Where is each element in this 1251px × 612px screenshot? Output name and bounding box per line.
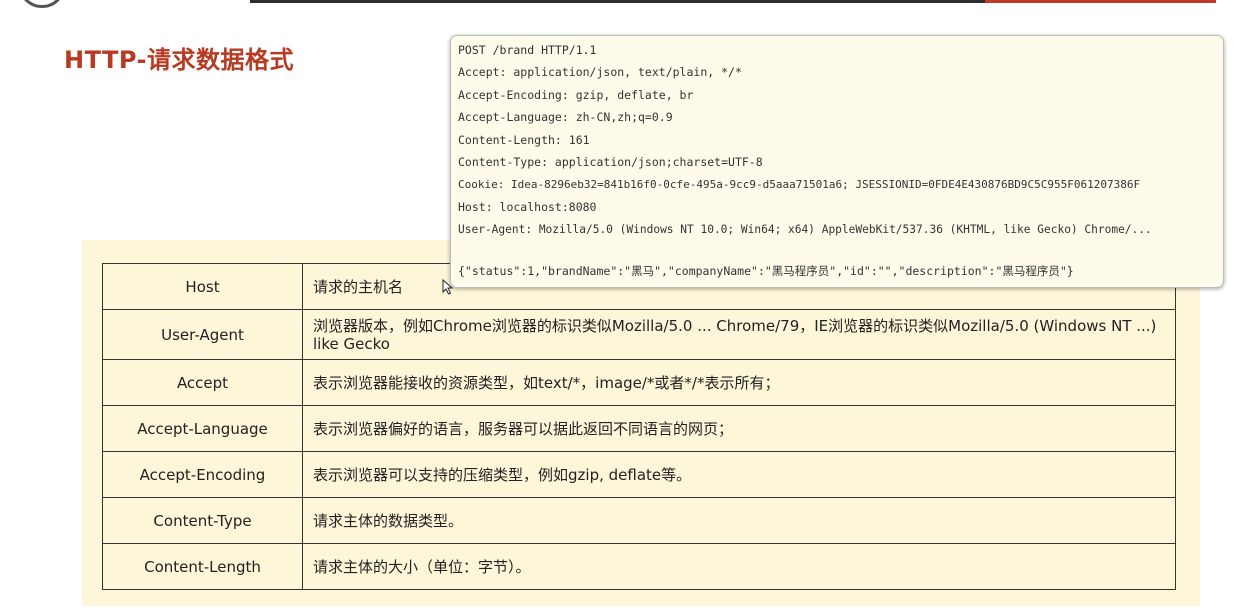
request-body-line: {"status":1,"brandName":"黑马","companyNam…	[458, 264, 1074, 278]
header-name: Host	[102, 263, 303, 310]
table-row: Content-Type 请求主体的数据类型。	[102, 497, 1176, 544]
table-row: User-Agent 浏览器版本，例如Chrome浏览器的标识类似Mozilla…	[102, 309, 1176, 360]
request-header-line: Content-Type: application/json;charset=U…	[458, 155, 763, 169]
header-description: 表示浏览器偏好的语言，服务器可以据此返回不同语言的网页；	[302, 405, 1176, 452]
request-headers-table: Host 请求的主机名 User-Agent 浏览器版本，例如Chrome浏览器…	[102, 263, 1176, 590]
request-header-line: Accept: application/json, text/plain, */…	[458, 65, 742, 79]
request-header-line: Accept-Language: zh-CN,zh;q=0.9	[458, 110, 673, 124]
header-name: User-Agent	[102, 309, 303, 360]
header-name: Accept	[102, 359, 303, 406]
request-header-line: Host: localhost:8080	[458, 200, 597, 214]
header-description: 表示浏览器能接收的资源类型，如text/*，image/*或者*/*表示所有；	[302, 359, 1176, 406]
table-row: Content-Length 请求主体的大小（单位：字节）。	[102, 543, 1176, 590]
header-name: Content-Type	[102, 497, 303, 544]
header-description: 表示浏览器可以支持的压缩类型，例如gzip, deflate等。	[302, 451, 1176, 498]
header-description: 请求主体的数据类型。	[302, 497, 1176, 544]
request-line: POST /brand HTTP/1.1	[458, 43, 597, 57]
header-name: Content-Length	[102, 543, 303, 590]
table-row: Accept-Language 表示浏览器偏好的语言，服务器可以据此返回不同语言…	[102, 405, 1176, 452]
header-name: Accept-Encoding	[102, 451, 303, 498]
table-row: Accept 表示浏览器能接收的资源类型，如text/*，image/*或者*/…	[102, 359, 1176, 406]
logo-icon	[18, 0, 66, 8]
request-header-line: Content-Length: 161	[458, 133, 590, 147]
request-header-line: Accept-Encoding: gzip, deflate, br	[458, 88, 694, 102]
top-divider-accent	[985, 0, 1216, 3]
http-request-example: POST /brand HTTP/1.1 Accept: application…	[450, 35, 1224, 288]
header-description: 请求主体的大小（单位：字节）。	[302, 543, 1176, 590]
header-description: 浏览器版本，例如Chrome浏览器的标识类似Mozilla/5.0 ... Ch…	[302, 309, 1176, 360]
request-header-line: User-Agent: Mozilla/5.0 (Windows NT 10.0…	[458, 223, 1152, 236]
table-row: Accept-Encoding 表示浏览器可以支持的压缩类型，例如gzip, d…	[102, 451, 1176, 498]
header-name: Accept-Language	[102, 405, 303, 452]
request-header-line: Cookie: Idea-8296eb32=841b16f0-0cfe-495a…	[458, 178, 1141, 191]
slide-title: HTTP-请求数据格式	[64, 46, 295, 74]
